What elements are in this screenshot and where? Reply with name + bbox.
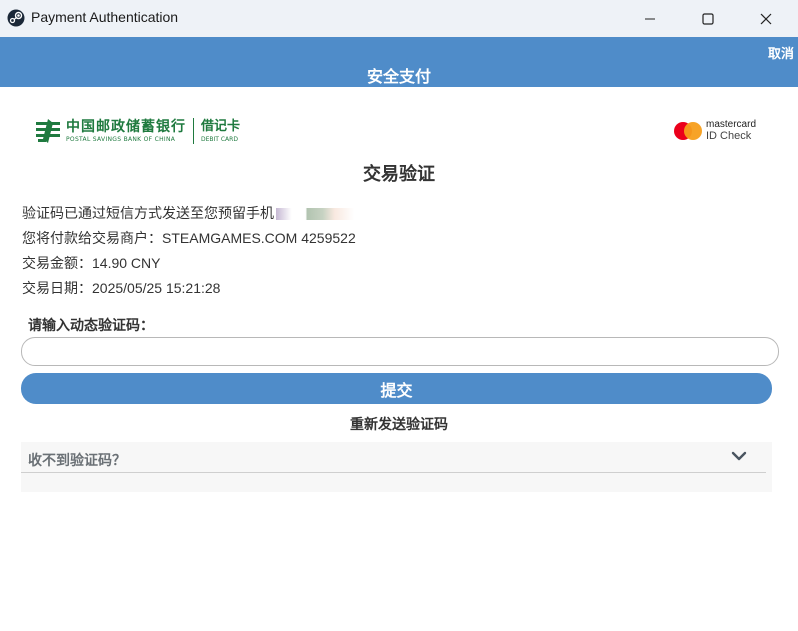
mastercard-id-check-logo: mastercard ID Check	[674, 119, 756, 142]
otp-label: 请输入动态验证码：	[28, 318, 154, 334]
otp-input[interactable]	[21, 337, 779, 366]
card-type-cn: 借记卡	[201, 118, 241, 134]
maximize-button[interactable]	[685, 0, 731, 37]
mastercard-brand: mastercard	[706, 119, 757, 130]
minimize-button[interactable]	[627, 0, 673, 37]
bank-name-cn: 中国邮政储蓄银行	[66, 118, 186, 135]
chevron-down-icon	[731, 451, 747, 461]
bank-name-en: POSTAL SAVINGS BANK OF CHINA	[66, 135, 176, 143]
steam-icon	[7, 9, 25, 27]
header-title: 安全支付	[366, 67, 431, 86]
minimize-icon	[645, 18, 655, 19]
payment-header: 取消 安全支付	[0, 37, 798, 87]
resend-code-link[interactable]: 重新发送验证码	[0, 414, 798, 434]
amount-line: 交易金额：14.90 CNY	[22, 255, 161, 271]
close-button[interactable]	[743, 0, 789, 37]
sms-notice: 验证码已通过短信方式发送至您预留手机	[22, 203, 354, 223]
id-check-label: ID Check	[706, 130, 752, 142]
faq-toggle[interactable]: 收不到验证码？	[21, 442, 766, 473]
bank-logo: 中国邮政储蓄银行 POSTAL SAVINGS BANK OF CHINA 借记…	[34, 115, 240, 147]
masked-phone-number	[276, 208, 354, 221]
maximize-icon	[702, 12, 714, 25]
close-icon	[760, 13, 772, 24]
bank-logo-divider	[193, 118, 194, 144]
date-line: 交易日期：2025/05/25 15:21:28	[22, 280, 221, 296]
merchant-line: 您将付款给交易商户：STEAMGAMES.COM 4259522	[22, 230, 356, 246]
mastercard-icon	[674, 121, 702, 140]
window-titlebar: Payment Authentication	[0, 0, 798, 37]
faq-panel: 收不到验证码？	[21, 442, 772, 492]
submit-button[interactable]: 提交	[21, 373, 772, 404]
window-title: Payment Authentication	[31, 9, 179, 25]
card-type-en: DEBIT CARD	[201, 135, 238, 143]
faq-title: 收不到验证码？	[28, 453, 126, 469]
cancel-link[interactable]: 取消	[768, 43, 794, 62]
postal-bank-emblem-icon	[36, 119, 60, 143]
page-title: 交易验证	[363, 164, 435, 185]
